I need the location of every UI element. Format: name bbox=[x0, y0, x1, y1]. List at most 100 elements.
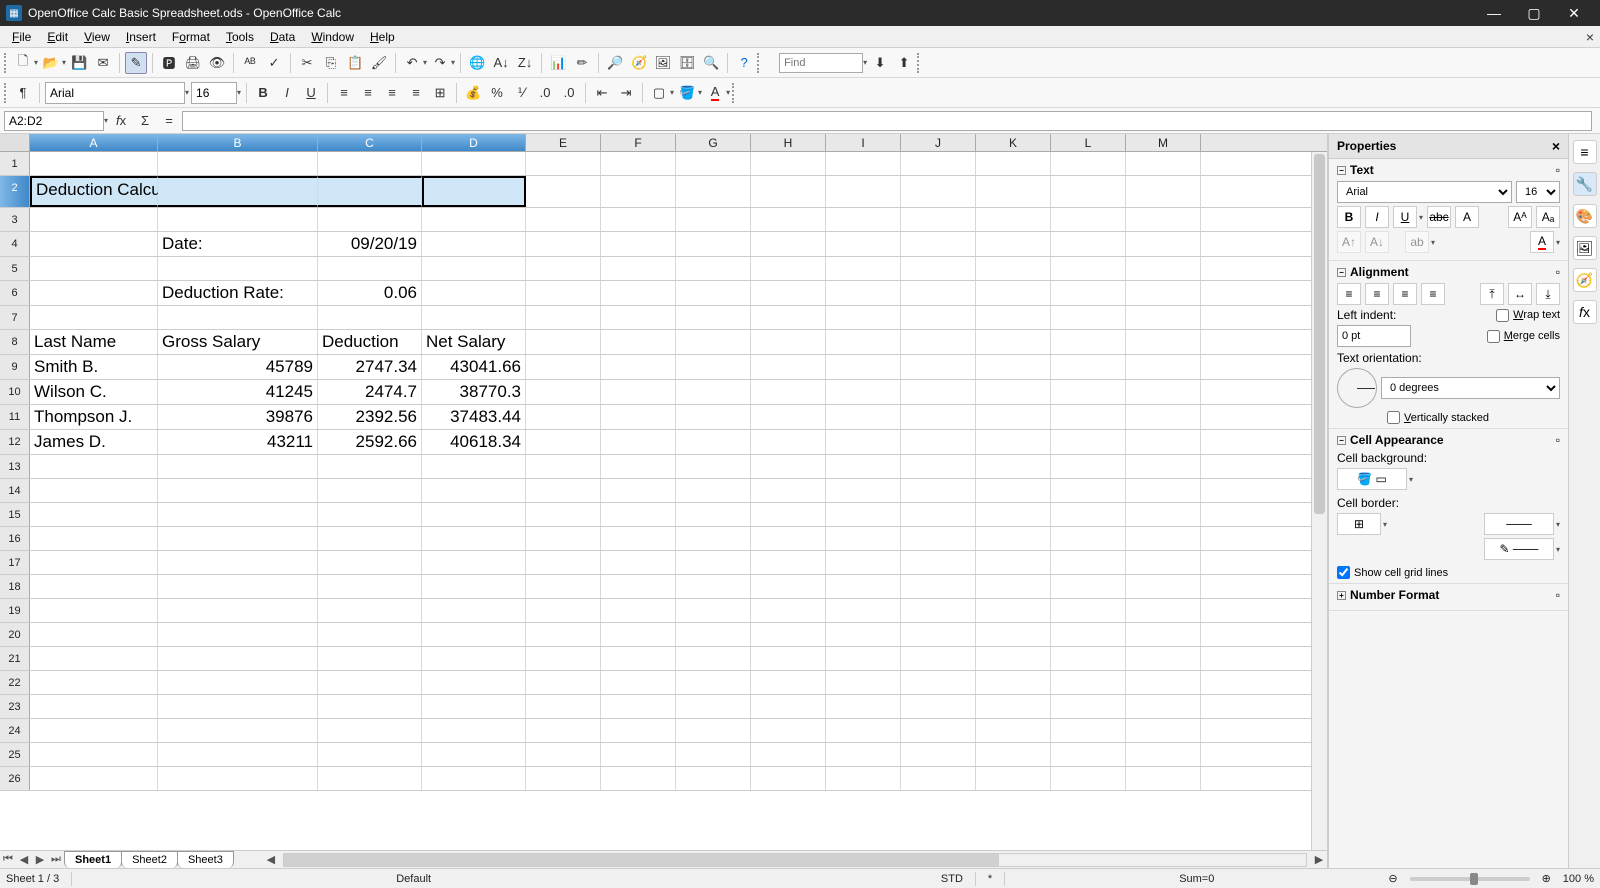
close-button[interactable]: ✕ bbox=[1554, 0, 1594, 26]
functions-icon[interactable]: fx bbox=[1573, 300, 1597, 324]
undo-button[interactable]: ↶ bbox=[401, 52, 423, 74]
cell-F8[interactable] bbox=[601, 330, 676, 354]
cell-L11[interactable] bbox=[1051, 405, 1126, 429]
cell-G5[interactable] bbox=[676, 257, 751, 280]
cell-I26[interactable] bbox=[826, 767, 901, 790]
cell-M21[interactable] bbox=[1126, 647, 1201, 670]
cell-K6[interactable] bbox=[976, 281, 1051, 305]
cell-L24[interactable] bbox=[1051, 719, 1126, 742]
sort-desc-button[interactable]: Z↓ bbox=[514, 52, 536, 74]
cell-E18[interactable] bbox=[526, 575, 601, 598]
cell-E10[interactable] bbox=[526, 380, 601, 404]
cell-L7[interactable] bbox=[1051, 306, 1126, 329]
cell-J15[interactable] bbox=[901, 503, 976, 526]
sb-justify[interactable]: ≡ bbox=[1421, 283, 1445, 305]
collapse-icon[interactable]: − bbox=[1337, 166, 1346, 175]
cell-L8[interactable] bbox=[1051, 330, 1126, 354]
cell-C26[interactable] bbox=[318, 767, 422, 790]
cell-I6[interactable] bbox=[826, 281, 901, 305]
cell-D15[interactable] bbox=[422, 503, 526, 526]
cell-C12[interactable]: 2592.66 bbox=[318, 430, 422, 454]
cell-C19[interactable] bbox=[318, 599, 422, 622]
cell-K24[interactable] bbox=[976, 719, 1051, 742]
col-G[interactable]: G bbox=[676, 134, 751, 151]
cell-L1[interactable] bbox=[1051, 152, 1126, 175]
menu-file[interactable]: File bbox=[4, 28, 39, 46]
cell-D3[interactable] bbox=[422, 208, 526, 231]
sb-left[interactable]: ≡ bbox=[1337, 283, 1361, 305]
datasources-button[interactable]: 🗄 bbox=[676, 52, 698, 74]
hscroll-right[interactable]: ▶ bbox=[1311, 853, 1327, 866]
cell-I10[interactable] bbox=[826, 380, 901, 404]
navigator-icon[interactable]: 🧭 bbox=[1573, 268, 1597, 292]
cell-F22[interactable] bbox=[601, 671, 676, 694]
cell-A25[interactable] bbox=[30, 743, 158, 766]
cell-B15[interactable] bbox=[158, 503, 318, 526]
cell-B17[interactable] bbox=[158, 551, 318, 574]
chart-button[interactable]: 📊 bbox=[547, 52, 569, 74]
border-preset[interactable]: ⊞ bbox=[1337, 513, 1381, 535]
cell-G21[interactable] bbox=[676, 647, 751, 670]
cell-B25[interactable] bbox=[158, 743, 318, 766]
cell-A3[interactable] bbox=[30, 208, 158, 231]
row-header-23[interactable]: 23 bbox=[0, 695, 30, 718]
cell-H17[interactable] bbox=[751, 551, 826, 574]
row-header-18[interactable]: 18 bbox=[0, 575, 30, 598]
sb-strike[interactable]: abc bbox=[1427, 206, 1451, 228]
font-name-input[interactable] bbox=[45, 82, 185, 104]
cell-D13[interactable] bbox=[422, 455, 526, 478]
zoom-slider[interactable] bbox=[1410, 877, 1530, 881]
cell-G14[interactable] bbox=[676, 479, 751, 502]
cell-F3[interactable] bbox=[601, 208, 676, 231]
sum-display[interactable]: Sum=0 bbox=[1179, 873, 1214, 885]
col-D[interactable]: D bbox=[422, 134, 526, 151]
cell-E2[interactable] bbox=[526, 176, 601, 207]
cell-L13[interactable] bbox=[1051, 455, 1126, 478]
cell-I16[interactable] bbox=[826, 527, 901, 550]
cell-M17[interactable] bbox=[1126, 551, 1201, 574]
cell-B18[interactable] bbox=[158, 575, 318, 598]
cell-C23[interactable] bbox=[318, 695, 422, 718]
cell-J11[interactable] bbox=[901, 405, 976, 429]
paste-button[interactable]: 📋 bbox=[344, 52, 366, 74]
gallery-button[interactable]: 🖼 bbox=[652, 52, 674, 74]
row-header-2[interactable]: 2 bbox=[0, 176, 30, 207]
cell-J12[interactable] bbox=[901, 430, 976, 454]
cell-A1[interactable] bbox=[30, 152, 158, 175]
cell-I8[interactable] bbox=[826, 330, 901, 354]
cell-C20[interactable] bbox=[318, 623, 422, 646]
toolbar-end[interactable] bbox=[757, 53, 763, 73]
cell-B26[interactable] bbox=[158, 767, 318, 790]
cell-K12[interactable] bbox=[976, 430, 1051, 454]
cell-F2[interactable] bbox=[601, 176, 676, 207]
cell-M6[interactable] bbox=[1126, 281, 1201, 305]
merge-checkbox[interactable]: Merge cells bbox=[1487, 330, 1560, 343]
sb-fontcolor[interactable]: A bbox=[1530, 231, 1554, 253]
cell-D11[interactable]: 37483.44 bbox=[422, 405, 526, 429]
cell-A5[interactable] bbox=[30, 257, 158, 280]
cell-J14[interactable] bbox=[901, 479, 976, 502]
cell-D19[interactable] bbox=[422, 599, 526, 622]
equals-button[interactable]: = bbox=[158, 110, 180, 132]
cell-I11[interactable] bbox=[826, 405, 901, 429]
cell-D18[interactable] bbox=[422, 575, 526, 598]
cell-A9[interactable]: Smith B. bbox=[30, 355, 158, 379]
row-header-21[interactable]: 21 bbox=[0, 647, 30, 670]
cell-L23[interactable] bbox=[1051, 695, 1126, 718]
cell-K13[interactable] bbox=[976, 455, 1051, 478]
row-header-11[interactable]: 11 bbox=[0, 405, 30, 429]
row-header-20[interactable]: 20 bbox=[0, 623, 30, 646]
cell-M18[interactable] bbox=[1126, 575, 1201, 598]
row-header-6[interactable]: 6 bbox=[0, 281, 30, 305]
cell-K25[interactable] bbox=[976, 743, 1051, 766]
cell-G19[interactable] bbox=[676, 599, 751, 622]
fmt-handle[interactable] bbox=[4, 83, 10, 103]
cell-F17[interactable] bbox=[601, 551, 676, 574]
row-header-12[interactable]: 12 bbox=[0, 430, 30, 454]
cell-J2[interactable] bbox=[901, 176, 976, 207]
sb-center[interactable]: ≡ bbox=[1365, 283, 1389, 305]
more-icon[interactable]: ▫ bbox=[1556, 163, 1560, 177]
cell-F26[interactable] bbox=[601, 767, 676, 790]
cell-G1[interactable] bbox=[676, 152, 751, 175]
bgcolor-button[interactable]: 🪣 bbox=[676, 82, 698, 104]
